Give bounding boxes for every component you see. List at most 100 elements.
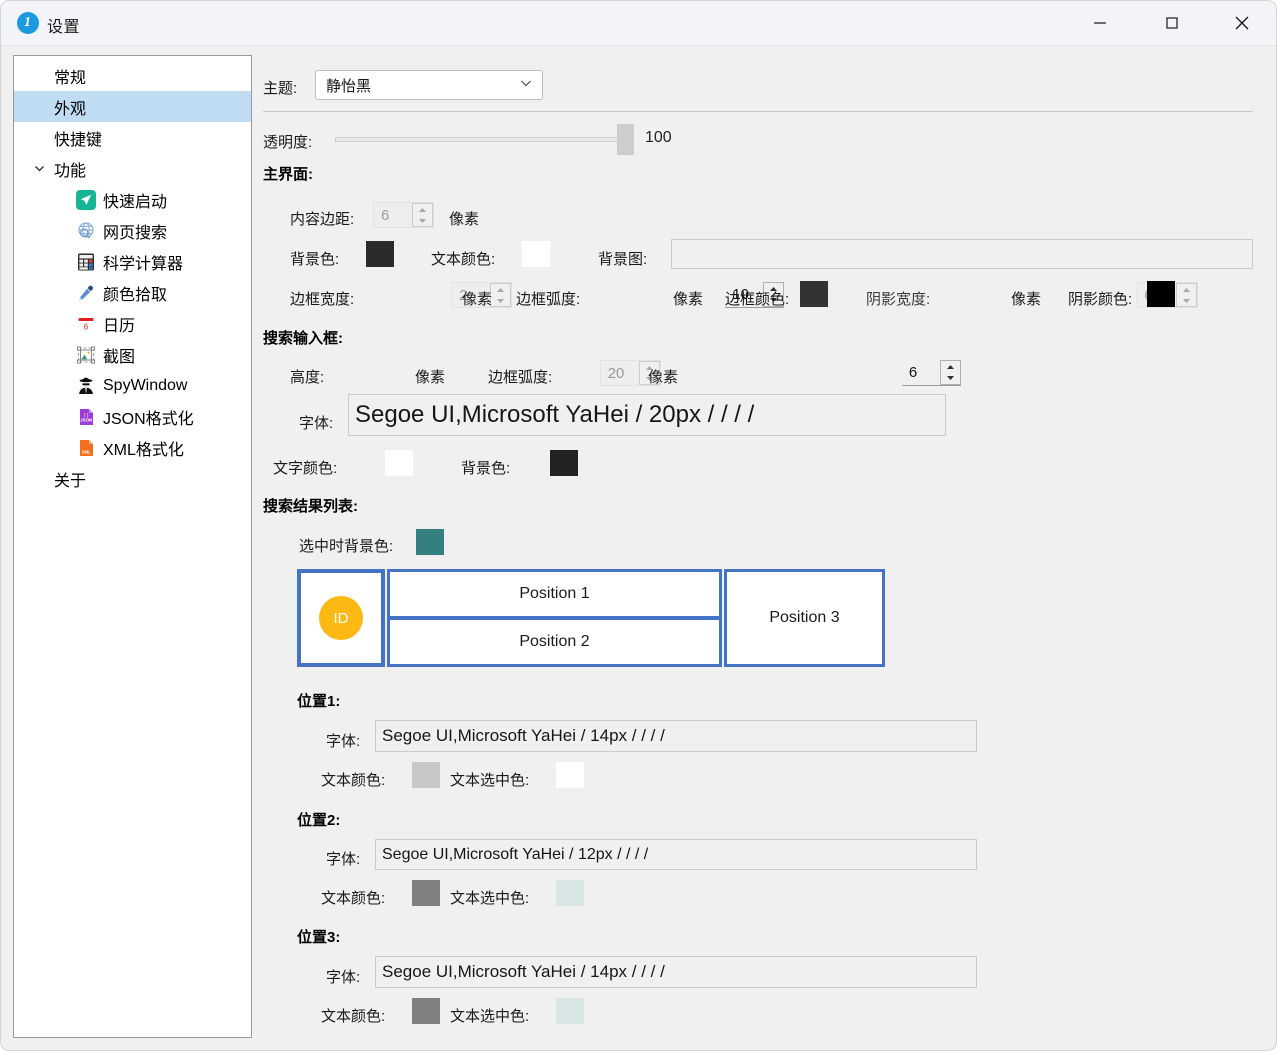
search-height-unit: 像素 — [415, 369, 446, 386]
stepper-up-icon[interactable] — [491, 284, 510, 295]
sidebar-item-label: 常规 — [54, 69, 87, 87]
settings-nav-tree[interactable]: 常规 外观 快捷键 功能 快速启动 网页搜索 科学计算器 颜色拾取 6 日历 截… — [13, 55, 252, 1038]
position2-font-input[interactable]: Segoe UI,Microsoft YaHei / 12px / / / / — [375, 839, 977, 870]
position1-font-input[interactable]: Segoe UI,Microsoft YaHei / 14px / / / / — [375, 720, 977, 752]
background-color-label: 背景色: — [290, 251, 340, 268]
stepper-up-icon[interactable] — [413, 204, 432, 215]
stepper-buttons[interactable] — [412, 203, 433, 227]
position2-text-color-label: 文本颜色: — [321, 890, 386, 907]
border-color-swatch[interactable] — [800, 281, 828, 307]
sidebar-item-label: 截图 — [103, 348, 136, 366]
json-file-icon: { } JSON — [76, 407, 96, 427]
position1-select-color-swatch[interactable] — [556, 762, 584, 788]
search-radius-stepper[interactable]: 6 — [901, 360, 961, 386]
diagram-id-cell: ID — [297, 569, 385, 667]
position3-title: 位置3: — [297, 929, 341, 946]
theme-select[interactable]: 静怡黑 — [315, 70, 543, 100]
stepper-buttons[interactable] — [490, 283, 512, 307]
position3-select-color-swatch[interactable] — [556, 998, 584, 1024]
search-text-color-swatch[interactable] — [385, 450, 413, 476]
position3-text-color-label: 文本颜色: — [321, 1008, 386, 1025]
stepper-up-icon[interactable] — [1177, 284, 1196, 295]
stepper-down-icon[interactable] — [941, 373, 960, 385]
xml-file-icon: XML — [76, 438, 96, 458]
position1-text-color-swatch[interactable] — [412, 762, 440, 788]
minimize-icon — [1094, 22, 1106, 24]
search-bg-color-label: 背景色: — [461, 460, 511, 477]
position2-select-color-swatch[interactable] — [556, 880, 584, 906]
position1-select-color-label: 文本选中色: — [450, 772, 530, 789]
search-bg-color-swatch[interactable] — [550, 450, 578, 476]
search-radius-value: 6 — [908, 364, 918, 381]
title-bar: 1 设置 — [1, 1, 1276, 46]
sidebar-item-label: 颜色拾取 — [103, 286, 168, 304]
position3-font-input[interactable]: Segoe UI,Microsoft YaHei / 14px / / / / — [375, 956, 977, 988]
sidebar-item-screenshot[interactable]: 截图 — [14, 339, 251, 370]
app-logo-icon: 1 — [17, 12, 39, 34]
maximize-button[interactable] — [1146, 1, 1198, 45]
stepper-buttons[interactable] — [939, 360, 961, 385]
window-title: 设置 — [47, 19, 81, 36]
background-color-swatch[interactable] — [366, 241, 394, 267]
sidebar-item-label: 快速启动 — [103, 193, 168, 211]
search-font-value: Segoe UI,Microsoft YaHei / 20px / / / / — [355, 401, 755, 428]
sidebar-item-label: 科学计算器 — [103, 255, 184, 273]
text-color-swatch[interactable] — [522, 241, 550, 267]
sidebar-item-shortcuts[interactable]: 快捷键 — [14, 122, 251, 153]
maximize-icon — [1166, 17, 1178, 29]
sidebar-item-xml-format[interactable]: XML XML格式化 — [14, 432, 251, 463]
shadow-width-label: 阴影宽度: — [866, 291, 931, 308]
sidebar-item-web-search[interactable]: 网页搜索 — [14, 215, 251, 246]
minimize-button[interactable] — [1074, 1, 1126, 45]
sidebar-item-features[interactable]: 功能 — [14, 153, 251, 184]
transparency-slider-handle[interactable] — [617, 124, 634, 155]
sidebar-item-label: JSON格式化 — [103, 410, 194, 428]
sidebar-item-calculator[interactable]: 科学计算器 — [14, 246, 251, 277]
sidebar-item-about[interactable]: 关于 — [14, 463, 251, 494]
content-margin-unit: 像素 — [449, 211, 480, 228]
svg-text:XML: XML — [82, 449, 91, 454]
position2-text-color-swatch[interactable] — [412, 880, 440, 906]
stepper-down-icon[interactable] — [413, 215, 432, 226]
sidebar-item-appearance[interactable]: 外观 — [14, 91, 251, 122]
stepper-up-icon[interactable] — [941, 361, 960, 373]
chevron-down-icon[interactable] — [32, 162, 46, 176]
search-height-label: 高度: — [290, 369, 325, 386]
selected-bg-color-swatch[interactable] — [416, 529, 444, 555]
position3-text-color-swatch[interactable] — [412, 998, 440, 1024]
sidebar-item-calendar[interactable]: 6 日历 — [14, 308, 251, 339]
appearance-settings-pane: 主题: 静怡黑 透明度: 100 主界面: 内容边距: 6 像素 背景色: 文本… — [263, 55, 1266, 1045]
sidebar-item-spywindow[interactable]: SpyWindow — [14, 370, 251, 401]
position2-font-label: 字体: — [326, 851, 361, 868]
eyedropper-icon — [76, 283, 96, 303]
transparency-slider[interactable] — [335, 137, 633, 142]
selected-bg-color-label: 选中时背景色: — [299, 538, 394, 555]
close-button[interactable] — [1216, 1, 1268, 45]
globe-icon — [76, 221, 96, 241]
position1-font-value: Segoe UI,Microsoft YaHei / 14px / / / / — [382, 726, 665, 745]
sidebar-item-general[interactable]: 常规 — [14, 60, 251, 91]
main-interface-section-title: 主界面: — [263, 166, 313, 183]
calculator-icon — [76, 252, 96, 272]
background-image-input[interactable] — [671, 239, 1253, 269]
stepper-down-icon[interactable] — [1177, 295, 1196, 306]
transparency-value: 100 — [645, 129, 672, 146]
shadow-color-swatch[interactable] — [1147, 281, 1175, 307]
position1-font-label: 字体: — [326, 733, 361, 750]
position2-font-value: Segoe UI,Microsoft YaHei / 12px / / / / — [382, 845, 649, 863]
search-radius-unit: 像素 — [648, 369, 679, 386]
search-font-input[interactable]: Segoe UI,Microsoft YaHei / 20px / / / / — [348, 394, 946, 436]
result-row-layout-diagram: ID Position 1 Position 2 Position 3 — [297, 569, 885, 667]
sidebar-item-quick-launch[interactable]: 快速启动 — [14, 184, 251, 215]
spy-icon — [76, 376, 96, 396]
diagram-position-1: Position 1 — [387, 569, 722, 619]
position2-select-color-label: 文本选中色: — [450, 890, 530, 907]
stepper-buttons[interactable] — [1175, 283, 1197, 307]
sidebar-item-label: 网页搜索 — [103, 224, 168, 242]
border-radius-label: 边框弧度: — [516, 291, 581, 308]
sidebar-item-color-picker[interactable]: 颜色拾取 — [14, 277, 251, 308]
content-margin-stepper[interactable]: 6 — [373, 202, 434, 228]
sidebar-item-json-format[interactable]: { } JSON JSON格式化 — [14, 401, 251, 432]
calendar-icon: 6 — [76, 314, 96, 334]
stepper-down-icon[interactable] — [491, 295, 510, 306]
